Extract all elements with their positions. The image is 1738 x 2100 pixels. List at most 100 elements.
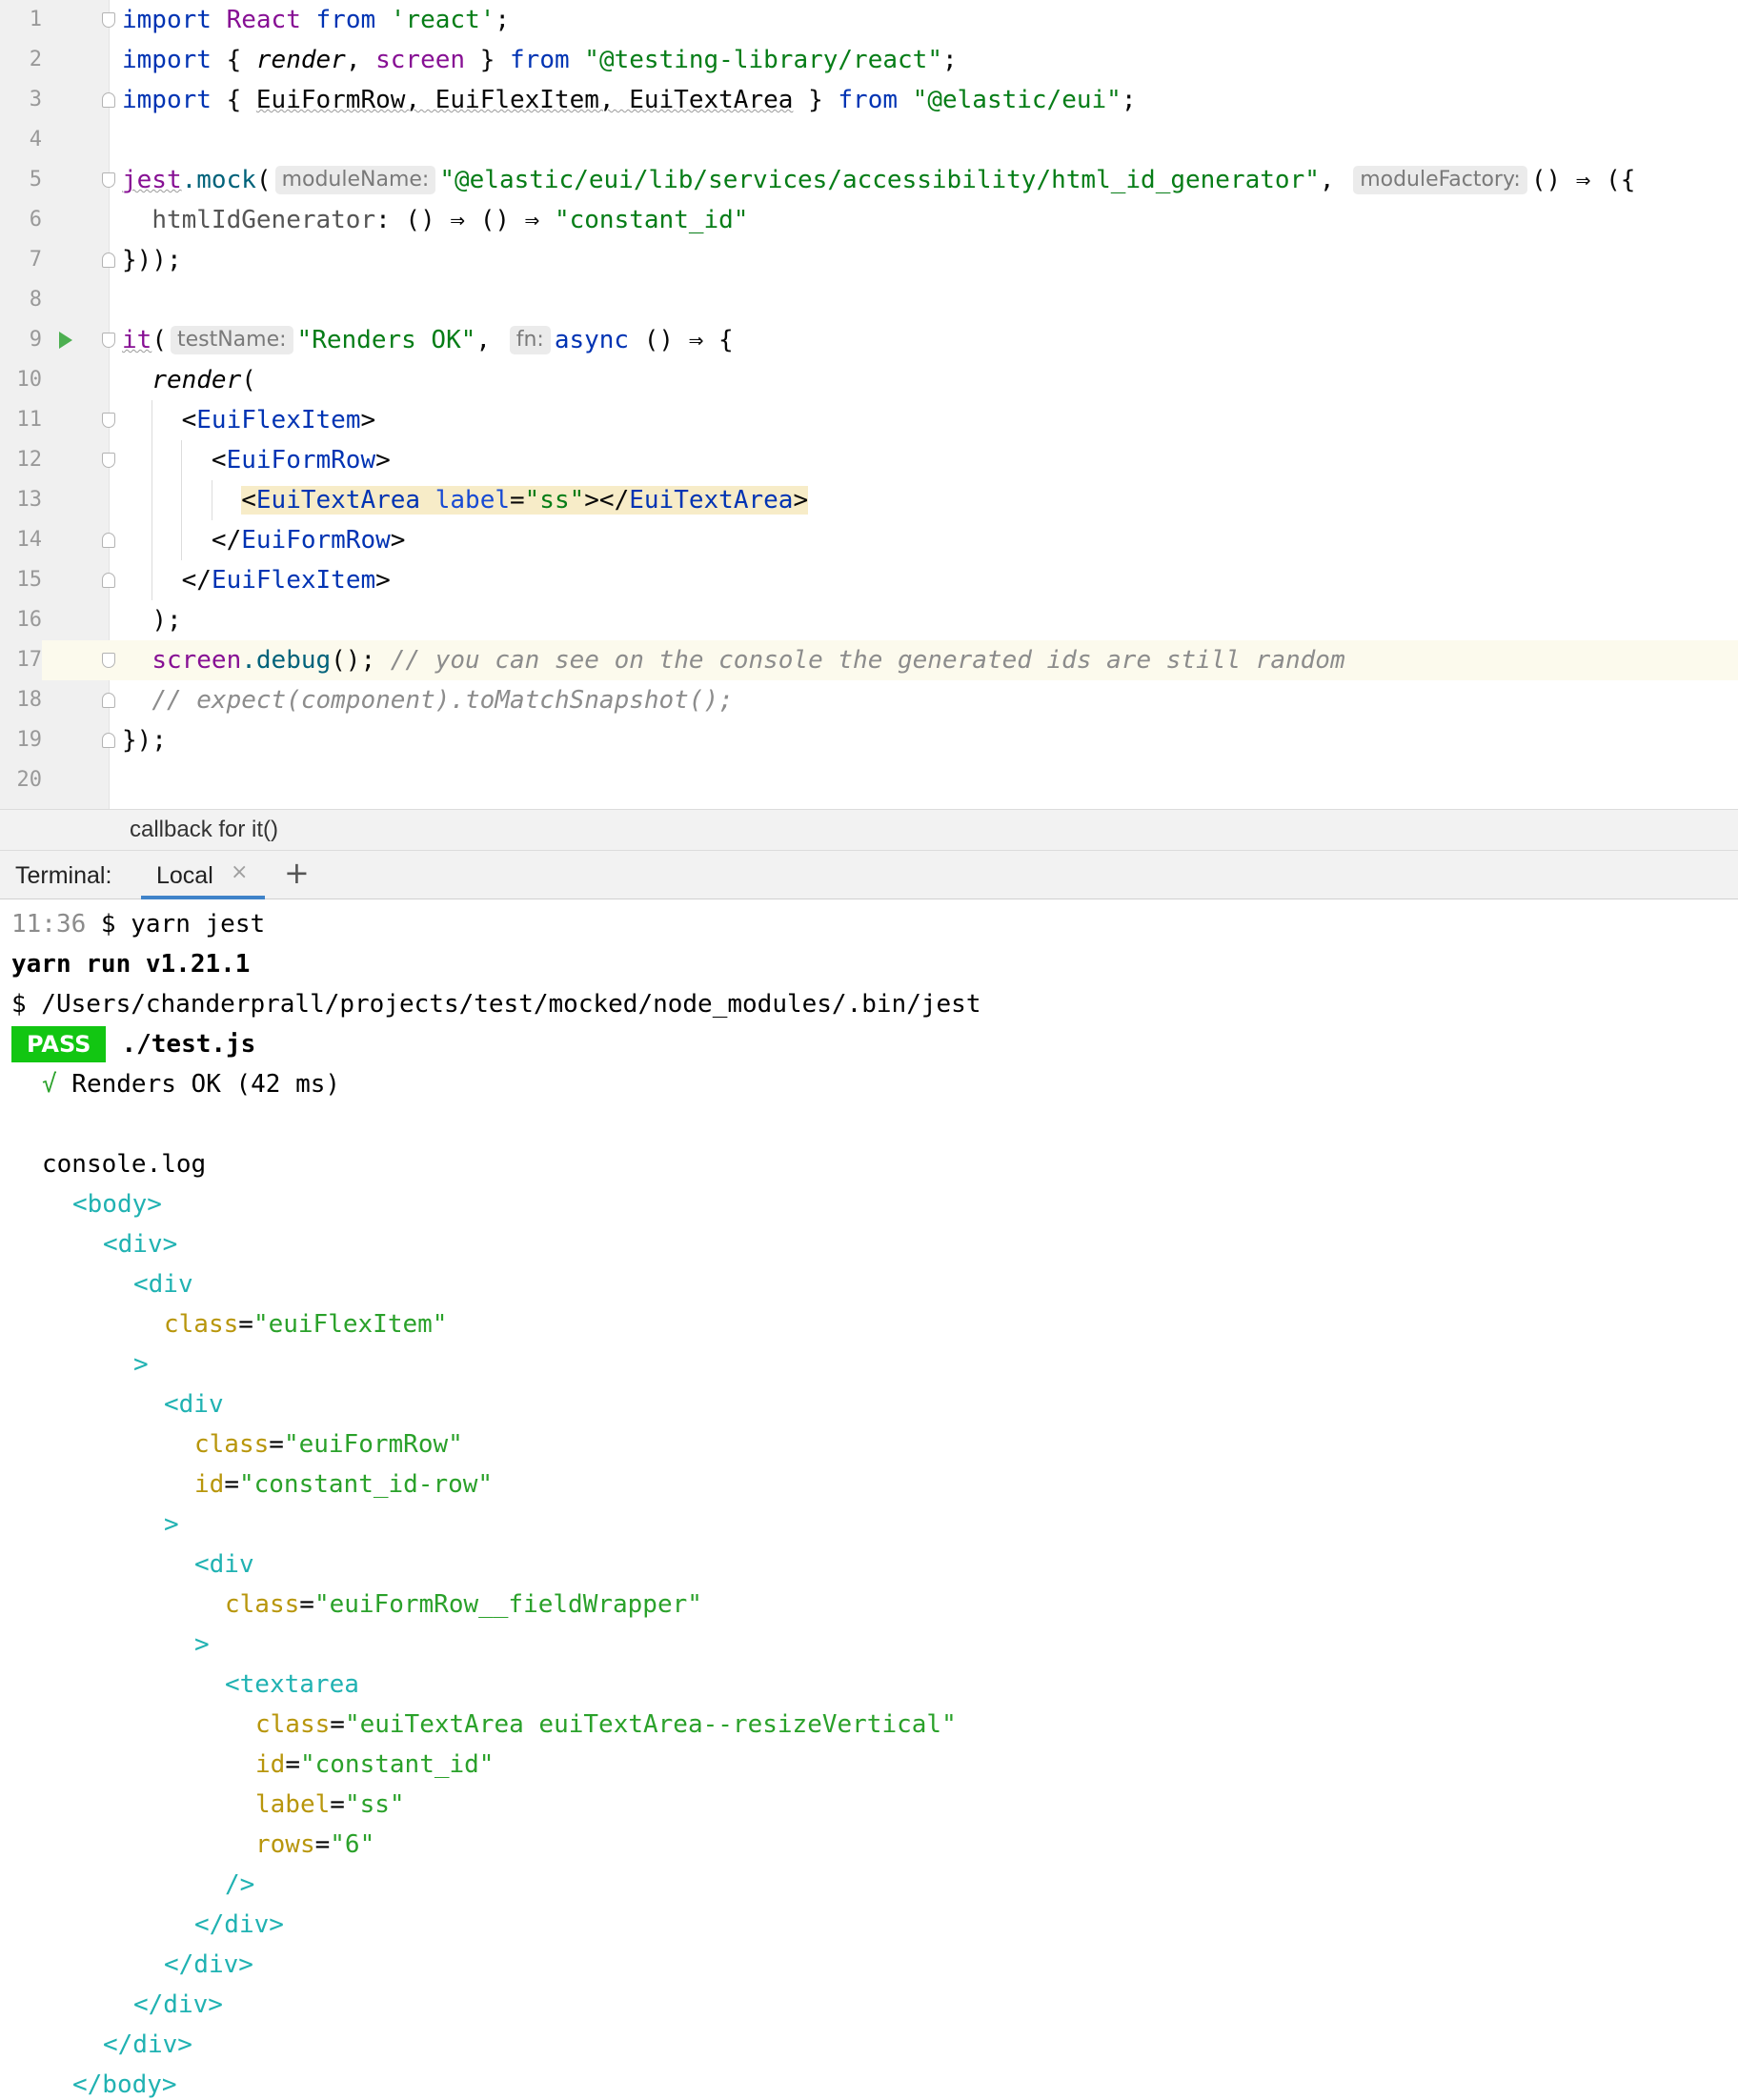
line-number: 13 — [16, 488, 43, 512]
terminal-line: </div> — [164, 1950, 253, 1979]
equals: = — [314, 1830, 331, 1859]
line-number: 19 — [16, 728, 43, 752]
terminal-line: <textarea — [225, 1670, 359, 1699]
attr-value: "constant_id" — [299, 1750, 495, 1779]
tab-local[interactable]: Local × — [141, 851, 265, 899]
keyword: from — [510, 46, 570, 74]
punctuation: ); — [152, 606, 182, 635]
breadcrumb-bar: callback for it() — [0, 809, 1738, 851]
punctuation: </ — [211, 526, 242, 555]
attr-value: "ss" — [344, 1790, 405, 1819]
keyword: from — [838, 86, 899, 114]
string: "constant_id" — [554, 206, 749, 234]
identifier: screen — [152, 646, 242, 675]
code-line[interactable]: 10 render( — [0, 360, 1738, 400]
terminal-line: > — [133, 1350, 149, 1379]
fold-open-icon[interactable] — [102, 413, 115, 428]
fold-close-icon[interactable] — [102, 92, 115, 108]
code-line[interactable]: 9 it(testName: "Renders OK", fn: async () … — [0, 320, 1738, 360]
terminal-line: <div — [133, 1270, 193, 1299]
add-tab-icon[interactable]: + — [284, 855, 310, 891]
terminal-line: class="euiFormRow__fieldWrapper" — [225, 1585, 702, 1625]
test-file: ./test.js — [121, 1030, 256, 1059]
keyword: async — [554, 326, 630, 354]
equals: = — [224, 1470, 239, 1499]
code-line[interactable]: 18 // expect(component).toMatchSnapshot(… — [0, 680, 1738, 720]
terminal-line: <body> — [72, 1190, 162, 1219]
code-line[interactable]: 20 — [0, 760, 1738, 800]
fold-open-icon[interactable] — [102, 12, 115, 28]
terminal-line: class="euiFormRow" — [194, 1424, 463, 1464]
breadcrumb[interactable]: callback for it() — [130, 817, 278, 843]
code-line-current[interactable]: 17 screen.debug(); // you can see on the… — [0, 640, 1738, 680]
code-line[interactable]: 15 </EuiFlexItem> — [0, 560, 1738, 600]
keyword: import — [122, 46, 212, 74]
attr-value: "constant_id-row" — [238, 1470, 494, 1499]
punctuation: = — [510, 486, 525, 515]
code-line[interactable]: 5 jest.mock(moduleName: "@elastic/eui/lib… — [0, 160, 1738, 200]
string: "@elastic/eui" — [912, 86, 1122, 114]
punctuation: () ⇒ ({ — [1530, 166, 1636, 194]
code-line[interactable]: 19 }); — [0, 720, 1738, 760]
terminal-output[interactable]: 11:36 $ yarn jest yarn run v1.21.1 $ /Us… — [0, 899, 1738, 2100]
keyword: import — [122, 6, 212, 34]
line-number: 14 — [16, 528, 43, 552]
run-test-icon[interactable] — [59, 332, 72, 349]
fold-open-icon[interactable] — [102, 653, 115, 668]
code-line[interactable]: 4 — [0, 120, 1738, 160]
terminal-line: √ Renders OK (42 ms) — [42, 1064, 340, 1104]
punctuation: }); — [122, 726, 167, 755]
code-line[interactable]: 13 <EuiTextArea label="ss"></EuiTextArea… — [0, 480, 1738, 520]
code-line[interactable]: 11 <EuiFlexItem> — [0, 400, 1738, 440]
terminal-line: <div> — [103, 1230, 178, 1259]
fold-open-icon[interactable] — [102, 333, 115, 348]
punctuation: ( — [152, 326, 167, 354]
keyword: import — [122, 86, 212, 114]
fold-open-icon[interactable] — [102, 172, 115, 188]
terminal-line: label="ss" — [255, 1785, 405, 1825]
close-icon[interactable]: × — [231, 860, 248, 884]
code-line[interactable]: 12 <EuiFormRow> — [0, 440, 1738, 480]
punctuation: } — [465, 46, 511, 74]
punctuation: < — [181, 406, 197, 434]
code-line[interactable]: 2 import { render, screen } from "@testi… — [0, 40, 1738, 80]
fold-close-icon[interactable] — [102, 252, 115, 268]
fold-close-icon[interactable] — [102, 573, 115, 588]
line-number: 2 — [29, 48, 42, 71]
punctuation: ; — [941, 46, 958, 74]
line-number: 16 — [16, 608, 43, 632]
code-line[interactable]: 14 </EuiFormRow> — [0, 520, 1738, 560]
code-line[interactable]: 6 htmlIdGenerator: () ⇒ () ⇒ "constant_i… — [0, 200, 1738, 240]
terminal-line: id="constant_id" — [255, 1745, 494, 1785]
equals: = — [330, 1790, 345, 1819]
terminal-line: id="constant_id-row" — [194, 1464, 493, 1504]
terminal-line: yarn run v1.21.1 — [11, 950, 251, 979]
fold-close-icon[interactable] — [102, 733, 115, 748]
property: htmlIdGenerator — [152, 206, 376, 234]
highlighted-element: <EuiTextArea label="ss"></EuiTextArea> — [241, 486, 809, 515]
parameter-hint: testName: — [170, 326, 293, 354]
code-line[interactable]: 1 import React from 'react'; — [0, 0, 1738, 40]
punctuation: ( — [241, 366, 256, 394]
line-number: 10 — [16, 368, 43, 392]
terminal-line: </div> — [133, 1990, 223, 2019]
method: .debug — [241, 646, 332, 675]
punctuation: , — [1319, 166, 1335, 194]
terminal-line: rows="6" — [255, 1825, 374, 1865]
code-line[interactable]: 8 — [0, 280, 1738, 320]
fold-close-icon[interactable] — [102, 533, 115, 548]
fold-close-icon[interactable] — [102, 693, 115, 708]
code-editor[interactable]: 1 import React from 'react'; 2 import { … — [0, 0, 1738, 809]
equals: = — [330, 1710, 345, 1739]
code-line[interactable]: 3 import { EuiFormRow, EuiFlexItem, EuiT… — [0, 80, 1738, 120]
terminal-line: </div> — [194, 1910, 284, 1939]
string: 'react' — [390, 6, 495, 34]
comment: // expect(component).toMatchSnapshot(); — [152, 686, 734, 715]
code-line[interactable]: 16 ); — [0, 600, 1738, 640]
string: "Renders OK" — [296, 326, 476, 354]
tab-label: Local — [156, 862, 213, 889]
punctuation: < — [241, 486, 256, 515]
fold-open-icon[interactable] — [102, 453, 115, 468]
terminal-line: /> — [225, 1870, 255, 1899]
code-line[interactable]: 7 })); — [0, 240, 1738, 280]
